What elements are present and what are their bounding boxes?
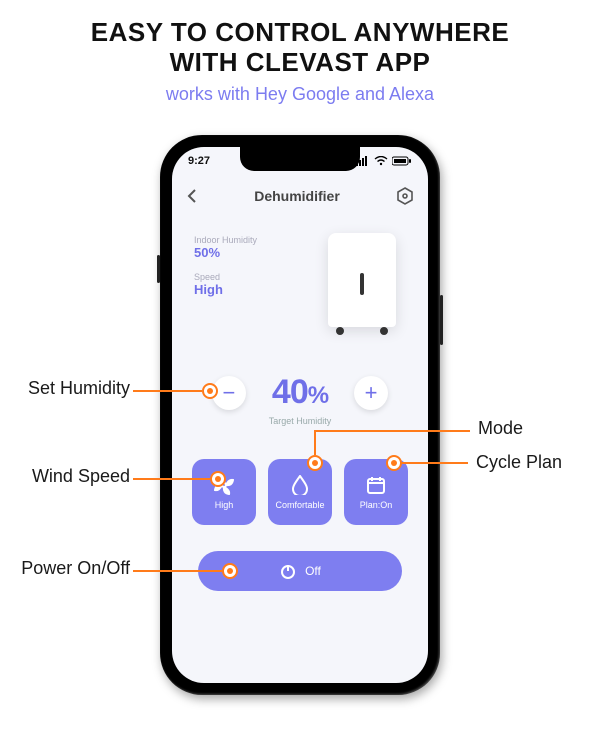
callout-dot [210, 471, 226, 487]
back-button[interactable] [186, 188, 198, 204]
callout-leader [133, 570, 222, 572]
speed-value: High [194, 282, 257, 297]
callout-set-humidity: Set Humidity [0, 378, 130, 399]
target-humidity-value: 40% [272, 373, 328, 412]
settings-button[interactable] [396, 187, 414, 205]
plan-label: Plan:On [360, 500, 393, 510]
headline-block: EASY TO CONTROL ANYWHERE WITH CLEVAST AP… [0, 18, 600, 105]
headline-line-2: WITH CLEVAST APP [0, 48, 600, 78]
wind-speed-label: High [215, 500, 234, 510]
product-marketing-graphic: EASY TO CONTROL ANYWHERE WITH CLEVAST AP… [0, 0, 600, 750]
callout-wind-speed: Wind Speed [0, 466, 130, 487]
phone-frame: 9:27 Dehumidifier Indoor Humidity 50% [160, 135, 440, 695]
callout-leader [133, 390, 202, 392]
callout-dot [202, 383, 218, 399]
humidity-increase-button[interactable]: + [354, 376, 388, 410]
status-time: 9:27 [188, 155, 210, 167]
target-humidity-block: − 40% + Target Humidity [172, 373, 428, 426]
wifi-icon [374, 156, 388, 166]
indoor-humidity-label: Indoor Humidity [194, 235, 257, 245]
callout-dot [222, 563, 238, 579]
phone-side-button [157, 255, 160, 283]
headline-line-1: EASY TO CONTROL ANYWHERE [0, 18, 600, 48]
indoor-humidity-value: 50% [194, 245, 257, 260]
phone-screen: 9:27 Dehumidifier Indoor Humidity 50% [172, 147, 428, 683]
readouts-block: Indoor Humidity 50% Speed High [194, 235, 257, 297]
phone-side-button [440, 295, 443, 345]
app-header: Dehumidifier [172, 181, 428, 211]
chevron-left-icon [186, 188, 198, 204]
mode-tile[interactable]: Comfortable [268, 459, 332, 525]
callout-leader [133, 478, 210, 480]
callout-leader [314, 430, 470, 432]
battery-icon [392, 156, 412, 166]
product-illustration [318, 227, 406, 337]
mode-label: Comfortable [275, 500, 324, 510]
callout-mode: Mode [478, 418, 523, 439]
page-title: Dehumidifier [254, 188, 340, 204]
target-humidity-label: Target Humidity [172, 416, 428, 426]
droplet-icon [291, 475, 309, 495]
power-label: Off [305, 564, 321, 578]
status-bar: 9:27 [172, 147, 428, 175]
wind-speed-tile[interactable]: High [192, 459, 256, 525]
callout-dot [307, 455, 323, 471]
mode-tiles: High Comfortable Plan:On [192, 459, 408, 525]
callout-power: Power On/Off [0, 558, 130, 579]
headline-sub: works with Hey Google and Alexa [0, 84, 600, 105]
speed-label: Speed [194, 272, 257, 282]
signal-icon [356, 156, 370, 166]
calendar-icon [366, 475, 386, 495]
settings-hexagon-icon [396, 187, 414, 205]
callout-leader [400, 462, 468, 464]
power-icon [279, 562, 297, 580]
callout-leader [314, 430, 316, 455]
callout-cycle-plan: Cycle Plan [476, 452, 562, 473]
